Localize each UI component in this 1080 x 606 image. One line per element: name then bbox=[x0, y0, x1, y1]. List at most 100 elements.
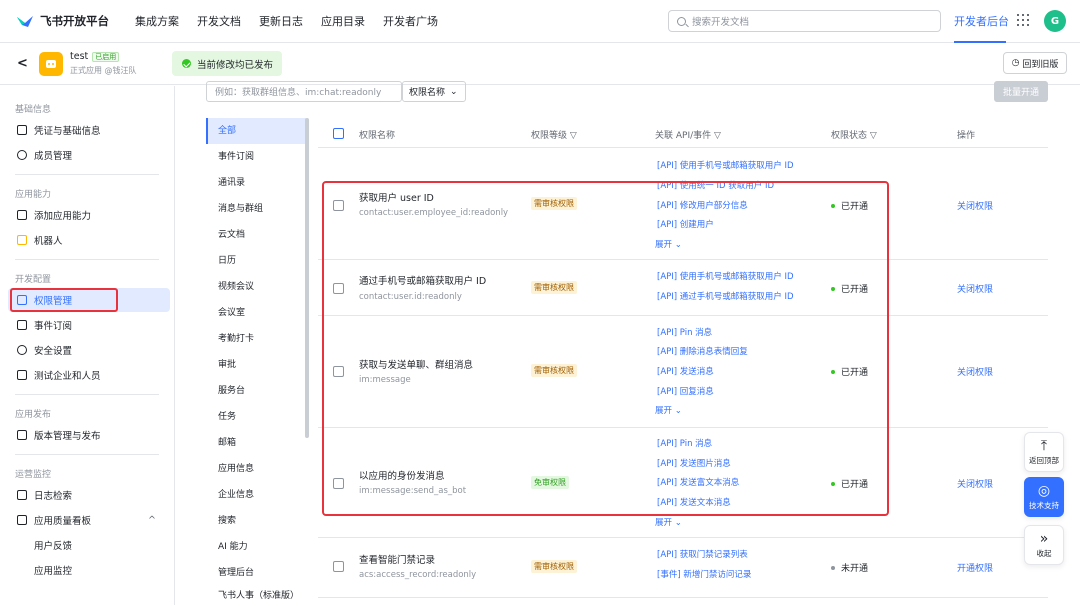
category-item[interactable]: 会议室 bbox=[206, 300, 306, 326]
app-name: test 已启用 bbox=[70, 51, 120, 62]
category-item[interactable]: 视频会议 bbox=[206, 274, 306, 300]
disable-permission-link[interactable]: 关闭权限 bbox=[957, 282, 993, 295]
api-link[interactable]: [API] Pin 消息 bbox=[657, 326, 712, 338]
filter-icon[interactable]: ▽ bbox=[870, 131, 877, 141]
row-checkbox[interactable] bbox=[333, 200, 344, 211]
filter-select[interactable]: 权限名称 ⌄ bbox=[402, 81, 466, 102]
sidebar-item-feedback[interactable]: 用户反馈 bbox=[8, 533, 170, 557]
category-item[interactable]: 审批 bbox=[206, 352, 306, 378]
sidebar-group: 基础信息 bbox=[15, 105, 52, 115]
api-link[interactable]: [API] 使用统一 ID 获取用户 ID bbox=[657, 179, 774, 191]
row-checkbox[interactable] bbox=[333, 478, 344, 489]
sidebar-item-members[interactable]: 成员管理 bbox=[8, 143, 170, 167]
bulk-enable-button[interactable]: 批量开通 bbox=[994, 81, 1048, 102]
category-item[interactable]: 飞书人事（标准版） bbox=[206, 586, 306, 606]
dev-console-link[interactable]: 开发者后台 bbox=[954, 13, 1009, 29]
api-link[interactable]: [API] 创建用户 bbox=[657, 218, 714, 230]
sidebar-item-logs[interactable]: 日志检索 bbox=[8, 483, 170, 507]
sidebar-item-test[interactable]: 测试企业和人员 bbox=[8, 363, 170, 387]
category-item[interactable]: 云文档 bbox=[206, 222, 306, 248]
tech-support-button[interactable]: ◎ 技术支持 bbox=[1024, 477, 1064, 517]
permission-search-input[interactable]: 例如：获取群组信息、im:chat:readonly bbox=[206, 81, 402, 102]
disable-permission-link[interactable]: 关闭权限 bbox=[957, 477, 993, 490]
category-item[interactable]: AI 能力 bbox=[206, 534, 306, 560]
status-dot bbox=[831, 203, 835, 208]
search-icon bbox=[677, 16, 686, 26]
category-item[interactable]: 考勤打卡 bbox=[206, 326, 306, 352]
category-item[interactable]: 服务台 bbox=[206, 378, 306, 404]
select-all-checkbox[interactable] bbox=[333, 128, 344, 139]
category-item[interactable]: 邮箱 bbox=[206, 430, 306, 456]
divider bbox=[15, 394, 159, 395]
apps-grid-icon[interactable] bbox=[1017, 14, 1029, 26]
permission-status: 未开通 bbox=[831, 561, 868, 574]
row-checkbox[interactable] bbox=[333, 283, 344, 294]
sidebar-item-monitor[interactable]: 应用监控 bbox=[8, 558, 170, 582]
api-link[interactable]: [API] 使用手机号或邮箱获取用户 ID bbox=[657, 159, 794, 171]
app-subtitle: 正式应用 @钱汪队 bbox=[70, 66, 137, 75]
api-link[interactable]: [API] 发送图片消息 bbox=[657, 457, 731, 469]
avatar[interactable]: G bbox=[1044, 10, 1066, 32]
category-item[interactable]: 消息与群组 bbox=[206, 196, 306, 222]
filter-icon[interactable]: ▽ bbox=[570, 131, 577, 141]
sidebar-item-quality[interactable]: 应用质量看板 ^ bbox=[8, 508, 170, 532]
back-to-top-button[interactable]: ⤒ 返回顶部 bbox=[1024, 432, 1064, 472]
api-link[interactable]: [API] 修改用户部分信息 bbox=[657, 199, 748, 211]
api-link[interactable]: [API] 发送文本消息 bbox=[657, 496, 731, 508]
expand-link[interactable]: 展开 ⌄ bbox=[655, 404, 682, 416]
column-header: 权限状态 ▽ bbox=[831, 131, 877, 141]
category-item[interactable]: 企业信息 bbox=[206, 482, 306, 508]
row-checkbox[interactable] bbox=[333, 561, 344, 572]
expand-link[interactable]: 展开 ⌄ bbox=[655, 238, 682, 250]
api-link[interactable]: [API] 通过手机号或邮箱获取用户 ID bbox=[657, 290, 794, 302]
expand-link[interactable]: 展开 ⌄ bbox=[655, 516, 682, 528]
sidebar-item-credentials[interactable]: 凭证与基础信息 bbox=[8, 118, 170, 142]
category-list: 全部 事件订阅 通讯录 消息与群组 云文档 日历 视频会议 会议室 考勤打卡 审… bbox=[206, 118, 306, 606]
check-circle-icon bbox=[182, 59, 191, 68]
enable-permission-link[interactable]: 开通权限 bbox=[957, 561, 993, 574]
back-to-old-version-button[interactable]: ◷ 回到旧版 bbox=[1003, 52, 1067, 74]
topnav-item[interactable]: 更新日志 bbox=[259, 13, 303, 29]
permission-code: contact:user.id:readonly bbox=[359, 292, 462, 302]
sidebar-item-add-capability[interactable]: 添加应用能力 bbox=[8, 203, 170, 227]
top-nav: 集成方案 开发文档 更新日志 应用目录 开发者广场 bbox=[135, 13, 456, 29]
collapse-icon: » bbox=[1039, 530, 1049, 547]
search-input[interactable]: 搜索开发文档 bbox=[668, 10, 941, 32]
api-link[interactable]: [API] 发送消息 bbox=[657, 365, 714, 377]
brand-logo[interactable]: 飞书开放平台 bbox=[16, 13, 109, 29]
credential-icon bbox=[17, 125, 27, 135]
api-link[interactable]: [API] 发送富文本消息 bbox=[657, 476, 739, 488]
sidebar-item-events[interactable]: 事件订阅 bbox=[8, 313, 170, 337]
category-item[interactable]: 日历 bbox=[206, 248, 306, 274]
api-link[interactable]: [API] 获取门禁记录列表 bbox=[657, 548, 748, 560]
arrow-up-icon: ⤒ bbox=[1040, 437, 1048, 454]
disable-permission-link[interactable]: 关闭权限 bbox=[957, 365, 993, 378]
log-icon bbox=[17, 490, 27, 500]
api-link[interactable]: [API] 删除消息表情回复 bbox=[657, 345, 748, 357]
topnav-item[interactable]: 应用目录 bbox=[321, 13, 365, 29]
scrollbar[interactable] bbox=[305, 118, 309, 438]
category-item[interactable]: 全部 bbox=[206, 118, 306, 144]
category-item[interactable]: 任务 bbox=[206, 404, 306, 430]
category-item[interactable]: 通讯录 bbox=[206, 170, 306, 196]
category-item[interactable]: 搜索 bbox=[206, 508, 306, 534]
sidebar-item-security[interactable]: 安全设置 bbox=[8, 338, 170, 362]
row-checkbox[interactable] bbox=[333, 366, 344, 377]
event-link[interactable]: [事件] 新增门禁访问记录 bbox=[657, 568, 751, 580]
category-item[interactable]: 事件订阅 bbox=[206, 144, 306, 170]
topnav-item[interactable]: 开发文档 bbox=[197, 13, 241, 29]
collapse-button[interactable]: » 收起 bbox=[1024, 525, 1064, 565]
disable-permission-link[interactable]: 关闭权限 bbox=[957, 199, 993, 212]
back-arrow-icon[interactable]: < bbox=[17, 56, 28, 71]
category-item[interactable]: 应用信息 bbox=[206, 456, 306, 482]
api-link[interactable]: [API] 回复消息 bbox=[657, 385, 714, 397]
api-link[interactable]: [API] 使用手机号或邮箱获取用户 ID bbox=[657, 270, 794, 282]
filter-icon[interactable]: ▽ bbox=[714, 131, 721, 141]
category-item[interactable]: 管理后台 bbox=[206, 560, 306, 586]
api-link[interactable]: [API] Pin 消息 bbox=[657, 437, 712, 449]
topnav-item[interactable]: 开发者广场 bbox=[383, 13, 438, 29]
topnav-item[interactable]: 集成方案 bbox=[135, 13, 179, 29]
sidebar-item-release[interactable]: 版本管理与发布 bbox=[8, 423, 170, 447]
sidebar-item-robot[interactable]: 机器人 bbox=[8, 228, 170, 252]
column-header: 权限名称 bbox=[359, 131, 396, 141]
